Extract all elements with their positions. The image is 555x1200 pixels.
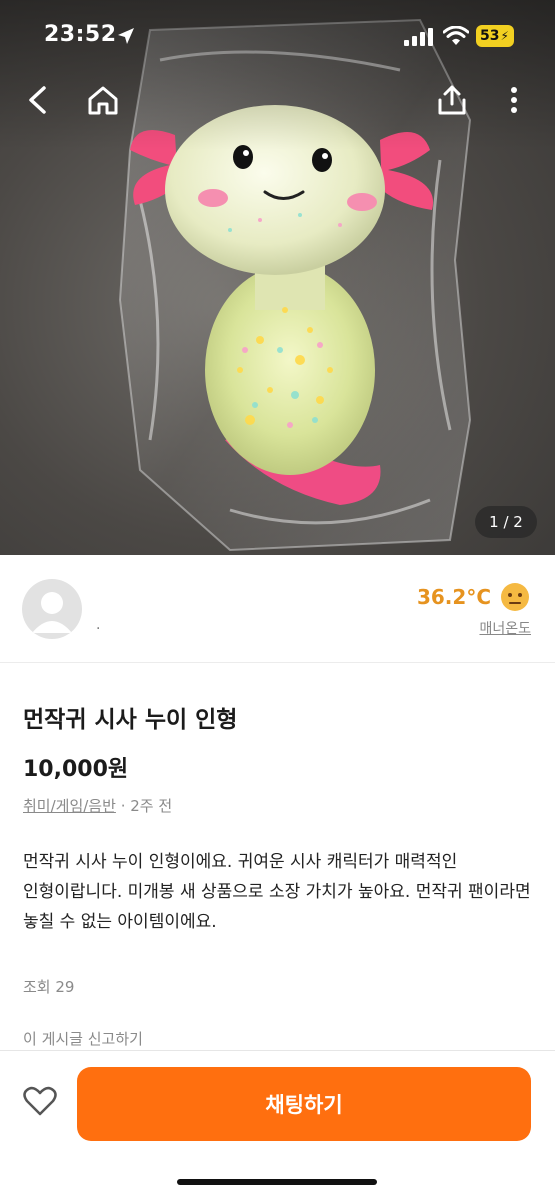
heart-icon xyxy=(23,1086,57,1116)
product-title: 먼작귀 시사 누이 인형 xyxy=(23,707,238,733)
manner-temperature: 36.2°C xyxy=(416,585,491,609)
avatar[interactable] xyxy=(22,579,82,639)
home-indicator xyxy=(177,1179,377,1185)
home-button[interactable] xyxy=(81,78,125,122)
product-description: 먼작귀 시사 누이 인형이에요. 귀여운 시사 캐릭터가 매력적인 인형이랍니다… xyxy=(23,852,531,932)
temperature-face-icon xyxy=(501,583,529,611)
product-price: 10,000원 xyxy=(23,757,129,782)
report-post-link[interactable]: 이 게시글 신고하기 xyxy=(23,1028,143,1049)
chat-button[interactable]: 채팅하기 xyxy=(77,1067,531,1141)
like-button[interactable] xyxy=(20,1081,60,1121)
back-button[interactable] xyxy=(16,78,60,122)
top-navigation xyxy=(0,78,555,122)
wifi-icon xyxy=(443,26,469,45)
seller-location: · xyxy=(96,621,101,637)
view-count: 조회 29 xyxy=(23,978,75,996)
image-page-indicator: 1 / 2 xyxy=(475,506,537,538)
product-meta: 취미/게임/음반 · 2주 전 xyxy=(23,795,172,816)
status-bar: 23:52 53 ⚡ xyxy=(0,0,555,70)
more-vertical-icon xyxy=(511,87,517,113)
status-time: 23:52 xyxy=(44,22,117,47)
share-button[interactable] xyxy=(430,78,474,122)
default-avatar-icon xyxy=(32,592,72,633)
bottom-action-bar: 채팅하기 xyxy=(0,1050,555,1200)
home-icon xyxy=(88,86,118,115)
meta-separator: · xyxy=(115,797,131,815)
location-arrow-icon xyxy=(118,28,134,44)
posted-time: 2주 전 xyxy=(130,797,173,815)
back-arrow-icon xyxy=(29,86,46,114)
category-link[interactable]: 취미/게임/음반 xyxy=(23,797,116,815)
battery-charging-icon: 53 ⚡ xyxy=(476,25,514,47)
battery-level: 53 xyxy=(480,28,500,44)
seller-profile[interactable]: · 36.2°C 매너온도 xyxy=(0,555,555,663)
cellular-signal-icon xyxy=(404,28,433,46)
manner-temperature-label[interactable]: 매너온도 xyxy=(479,618,531,638)
share-icon xyxy=(438,85,466,115)
more-options-button[interactable] xyxy=(492,78,536,122)
